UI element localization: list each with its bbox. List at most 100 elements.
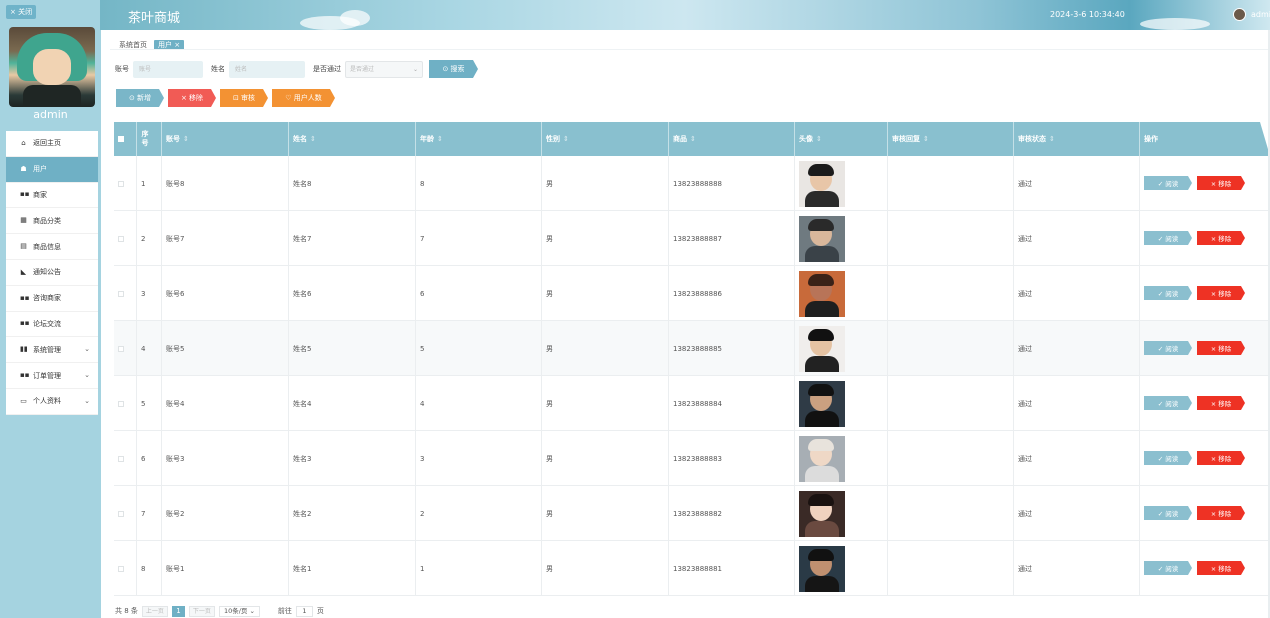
column-header[interactable]: 序号: [136, 122, 161, 156]
delete-button[interactable]: × 移除: [1197, 176, 1245, 190]
table-row[interactable]: 1 账号8 姓名8 8 男 13823888888 通过 ✓ 阅读 × 移除: [114, 156, 1270, 211]
row-checkbox[interactable]: [118, 565, 124, 572]
column-header[interactable]: 头像 ⇕: [794, 122, 887, 156]
sidebar-item-0[interactable]: ⌂ 返回主页: [6, 131, 98, 157]
avatar[interactable]: [799, 325, 845, 372]
avatar[interactable]: [799, 545, 845, 592]
sidebar-item-9[interactable]: ▪▪ 订单管理 ⌄: [6, 363, 98, 389]
avatar[interactable]: [799, 270, 845, 317]
row-checkbox[interactable]: [118, 235, 124, 242]
column-header[interactable]: 账号 ⇕: [161, 122, 288, 156]
table-row[interactable]: 6 账号3 姓名3 3 男 13823888883 通过 ✓ 阅读 × 移除: [114, 431, 1270, 486]
read-button[interactable]: ✓ 阅读: [1144, 396, 1192, 410]
cell-account: 账号6: [161, 266, 288, 321]
column-header[interactable]: 年龄 ⇕: [415, 122, 541, 156]
account-label: 账号: [115, 65, 129, 73]
read-button[interactable]: ✓ 阅读: [1144, 506, 1192, 520]
row-checkbox[interactable]: [118, 510, 124, 517]
delete-button[interactable]: × 移除: [1197, 231, 1245, 245]
cell-account: 账号5: [161, 321, 288, 376]
read-button[interactable]: ✓ 阅读: [1144, 451, 1192, 465]
read-button[interactable]: ✓ 阅读: [1144, 231, 1192, 245]
user-icon: ☗: [20, 164, 27, 173]
sidebar-item-10[interactable]: ▭ 个人资料 ⌄: [6, 388, 98, 415]
close-sidebar-button[interactable]: × 关闭: [6, 5, 37, 19]
avatar[interactable]: [799, 160, 845, 207]
sort-icon[interactable]: ⇕: [310, 135, 316, 143]
cell-index: 4: [136, 321, 161, 376]
review-button[interactable]: ⊡ 审核: [220, 89, 268, 107]
search-button[interactable]: ⊙ 搜索: [429, 60, 478, 78]
cell-reply: [887, 486, 1013, 541]
sidebar-item-1[interactable]: ☗ 用户: [6, 156, 98, 183]
table-row[interactable]: 5 账号4 姓名4 4 男 13823888884 通过 ✓ 阅读 × 移除: [114, 376, 1270, 431]
avatar[interactable]: [799, 215, 845, 262]
next-page-button[interactable]: 下一页: [188, 605, 215, 617]
row-checkbox[interactable]: [118, 180, 124, 187]
sidebar-item-4[interactable]: ▤ 商品信息: [6, 234, 98, 260]
remove-button[interactable]: × 移除: [168, 89, 216, 107]
delete-button[interactable]: × 移除: [1197, 451, 1245, 465]
row-checkbox[interactable]: [118, 400, 124, 407]
column-header[interactable]: 姓名 ⇕: [288, 122, 415, 156]
table-row[interactable]: 3 账号6 姓名6 6 男 13823888886 通过 ✓ 阅读 × 移除: [114, 266, 1270, 321]
sidebar-item-8[interactable]: ▮▮ 系统管理 ⌄: [6, 337, 98, 364]
select-all-checkbox[interactable]: [118, 136, 124, 142]
read-button[interactable]: ✓ 阅读: [1144, 561, 1192, 575]
table-row[interactable]: 7 账号2 姓名2 2 男 13823888882 通过 ✓ 阅读 × 移除: [114, 486, 1270, 541]
column-header[interactable]: 审核回复 ⇕: [887, 122, 1013, 156]
sidebar-item-2[interactable]: ▪▪ 商家: [6, 182, 98, 209]
avatar[interactable]: [799, 435, 845, 482]
page-size-select[interactable]: 10条/页 ⌄: [218, 605, 260, 617]
cell-actions: ✓ 阅读 × 移除: [1139, 321, 1270, 376]
read-button[interactable]: ✓ 阅读: [1144, 341, 1192, 355]
cell-index: 2: [136, 211, 161, 266]
read-button[interactable]: ✓ 阅读: [1144, 176, 1192, 190]
delete-button[interactable]: × 移除: [1197, 341, 1245, 355]
user-count-button[interactable]: ♡ 用户人数: [272, 89, 335, 107]
row-checkbox[interactable]: [118, 345, 124, 352]
column-header[interactable]: 性别 ⇕: [541, 122, 668, 156]
prev-page-button[interactable]: 上一页: [141, 605, 168, 617]
delete-button[interactable]: × 移除: [1197, 286, 1245, 300]
header-username[interactable]: admin: [1251, 10, 1270, 19]
sort-icon[interactable]: ⇕: [816, 135, 822, 143]
row-checkbox[interactable]: [118, 455, 124, 462]
avatar[interactable]: [799, 380, 845, 427]
table-row[interactable]: 4 账号5 姓名5 5 男 13823888885 通过 ✓ 阅读 × 移除: [114, 321, 1270, 376]
table-row[interactable]: 8 账号1 姓名1 1 男 13823888881 通过 ✓ 阅读 × 移除: [114, 541, 1270, 596]
sidebar-item-6[interactable]: ▪▪ 咨询商家: [6, 285, 98, 312]
delete-button[interactable]: × 移除: [1197, 506, 1245, 520]
sort-icon[interactable]: ⇕: [923, 135, 929, 143]
cell-status: 通过: [1013, 541, 1139, 596]
current-page[interactable]: 1: [171, 605, 185, 617]
cell-name: 姓名3: [288, 431, 415, 486]
column-header[interactable]: 审核状态 ⇕: [1013, 122, 1139, 156]
sidebar-item-3[interactable]: ▦ 商品分类: [6, 208, 98, 235]
delete-button[interactable]: × 移除: [1197, 561, 1245, 575]
sort-icon[interactable]: ⇕: [690, 135, 696, 143]
sort-icon[interactable]: ⇕: [437, 135, 443, 143]
delete-button[interactable]: × 移除: [1197, 396, 1245, 410]
column-header[interactable]: 操作: [1139, 122, 1270, 156]
sidebar-item-7[interactable]: ▪▪ 论坛交流: [6, 311, 98, 338]
goto-input[interactable]: 1: [295, 605, 313, 617]
user-avatar[interactable]: [1233, 8, 1246, 21]
avatar[interactable]: [799, 490, 845, 537]
account-input[interactable]: 账号: [133, 60, 203, 78]
passed-select[interactable]: 是否通过 ⌄: [345, 60, 423, 78]
row-checkbox[interactable]: [118, 290, 124, 297]
add-button[interactable]: ⊙ 新增: [116, 89, 164, 107]
sidebar-item-label: 论坛交流: [33, 319, 61, 328]
column-header[interactable]: 商品 ⇕: [668, 122, 794, 156]
grid-icon: ▦: [20, 216, 27, 225]
sort-icon[interactable]: ⇕: [563, 135, 569, 143]
sidebar-item-5[interactable]: ◣ 通知公告: [6, 259, 98, 286]
cell-phone: 13823888882: [668, 486, 794, 541]
read-button[interactable]: ✓ 阅读: [1144, 286, 1192, 300]
name-input[interactable]: 姓名: [229, 60, 305, 78]
table-row[interactable]: 2 账号7 姓名7 7 男 13823888887 通过 ✓ 阅读 × 移除: [114, 211, 1270, 266]
divider: [110, 49, 1268, 50]
sort-icon[interactable]: ⇕: [183, 135, 189, 143]
sort-icon[interactable]: ⇕: [1049, 135, 1055, 143]
